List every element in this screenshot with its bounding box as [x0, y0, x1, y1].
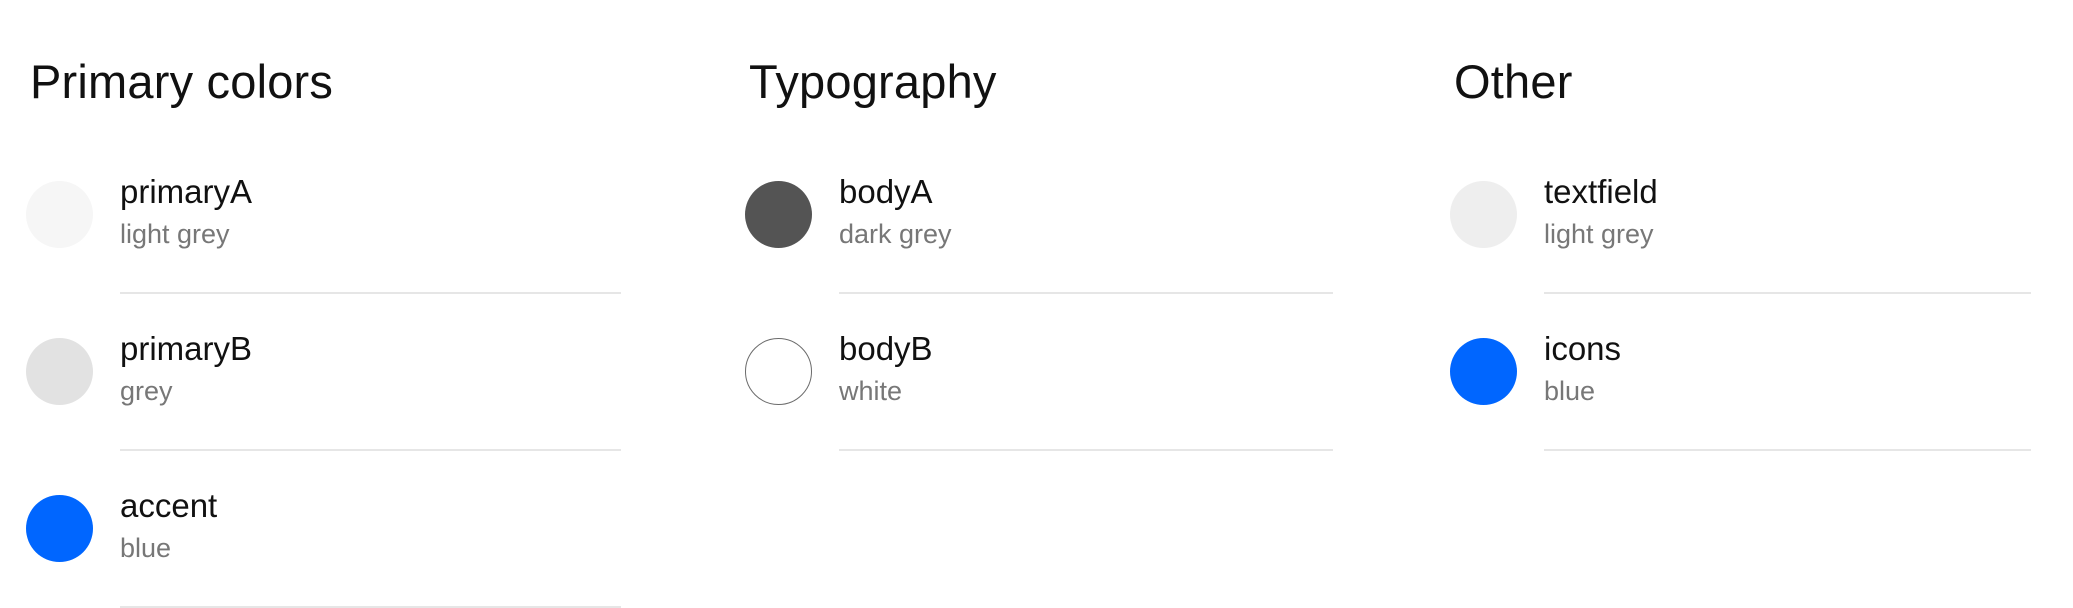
divider — [1544, 292, 2031, 294]
divider — [120, 292, 621, 294]
swatch-name: bodyB — [839, 330, 933, 367]
color-dot-primaryB — [26, 338, 93, 405]
swatch-name: primaryA — [120, 173, 253, 210]
typography-title: Typography — [749, 55, 997, 108]
color-dot-bodyB — [745, 338, 812, 405]
swatch-description: blue — [1544, 376, 1596, 406]
swatch-description: white — [839, 376, 903, 406]
swatch-name: textfield — [1544, 173, 1658, 210]
swatch-name: icons — [1544, 330, 1622, 367]
swatch-description: light grey — [1544, 219, 1654, 249]
primary-colors-title: Primary colors — [30, 55, 334, 108]
color-dot-bodyA — [745, 181, 812, 248]
divider — [1544, 449, 2031, 451]
divider — [839, 449, 1333, 451]
other-title: Other — [1454, 55, 1573, 108]
swatch-name: primaryB — [120, 330, 253, 367]
color-dot-icons — [1450, 338, 1517, 405]
color-dot-textfield — [1450, 181, 1517, 248]
swatch-description: grey — [120, 376, 173, 406]
swatch-name: accent — [120, 487, 218, 524]
swatch-description: blue — [120, 533, 172, 563]
divider — [120, 449, 621, 451]
swatch-description: light grey — [120, 219, 230, 249]
color-dot-accent — [26, 495, 93, 562]
divider — [839, 292, 1333, 294]
color-dot-primaryA — [26, 181, 93, 248]
swatch-description: dark grey — [839, 219, 952, 249]
swatch-name: bodyA — [839, 173, 933, 210]
